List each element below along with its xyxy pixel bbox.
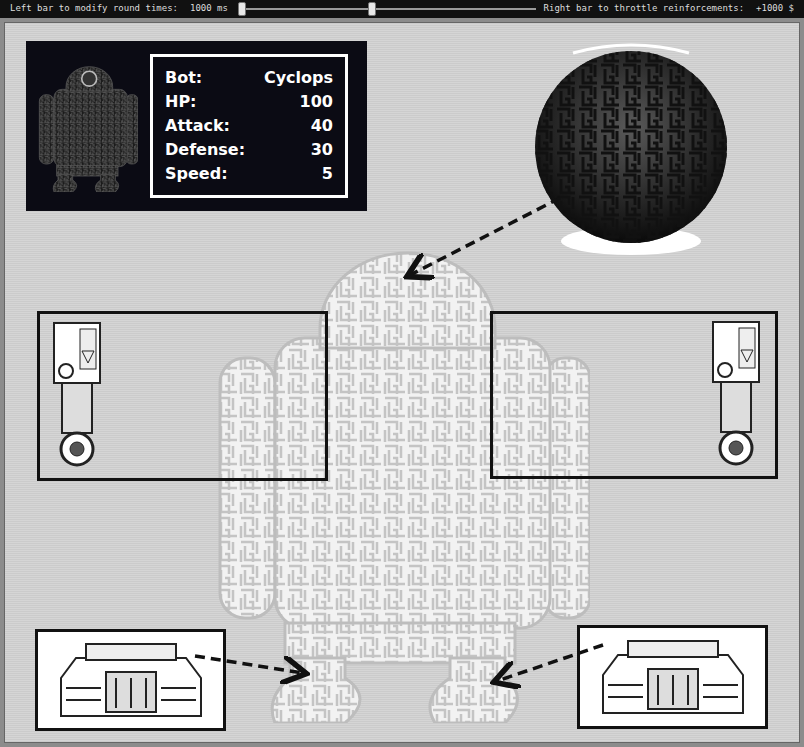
left-leg-part — [56, 638, 206, 722]
reinforce-slider[interactable] — [368, 2, 536, 16]
reinforce-value: +1000 $ — [756, 2, 794, 16]
part-slot[interactable] — [577, 625, 768, 729]
round-slider[interactable] — [238, 2, 368, 16]
stat-row: HP: 100 — [165, 91, 333, 113]
slider-track — [238, 8, 368, 10]
stat-label: HP: — [165, 91, 197, 113]
slider-track — [368, 8, 536, 10]
stat-value: Cyclops — [264, 67, 333, 89]
round-value: 1000 ms — [190, 2, 228, 16]
reinforce-label: Right bar to throttle reinforcements: — [544, 2, 744, 16]
stat-row: Defense: 30 — [165, 139, 333, 161]
stat-label: Speed: — [165, 163, 228, 185]
part-slot[interactable] — [35, 629, 226, 731]
stat-row: Bot: Cyclops — [165, 67, 333, 89]
right-arm-part — [711, 320, 761, 470]
right-leg-part — [598, 635, 748, 719]
part-slot[interactable] — [490, 311, 778, 479]
stat-row: Attack: 40 — [165, 115, 333, 137]
arrow-icon — [410, 198, 560, 275]
left-arm-part — [52, 321, 102, 471]
slider-thumb[interactable] — [368, 2, 376, 16]
game-screen: Left bar to modify round times: 1000 ms Ri… — [0, 0, 804, 747]
stats-box: Bot:CyclopsHP:100Attack:40Defense:30Spee… — [150, 54, 348, 198]
part-slot[interactable] — [37, 311, 328, 481]
maze-sphere — [533, 41, 730, 259]
stat-label: Defense: — [165, 139, 245, 161]
stat-row: Speed: 5 — [165, 163, 333, 185]
bot-icon — [38, 60, 138, 192]
robot-figure — [215, 228, 590, 723]
stat-value: 100 — [300, 91, 333, 113]
stat-value: 30 — [311, 139, 333, 161]
bot-card: Bot:CyclopsHP:100Attack:40Defense:30Spee… — [26, 41, 367, 211]
stat-value: 40 — [311, 115, 333, 137]
round-label: Left bar to modify round times: — [10, 2, 178, 16]
stat-label: Bot: — [165, 67, 202, 89]
arrows — [5, 23, 799, 743]
arrow-icon — [195, 656, 303, 673]
game-canvas: Bot:CyclopsHP:100Attack:40Defense:30Spee… — [4, 22, 800, 743]
stat-value: 5 — [322, 163, 333, 185]
stat-label: Attack: — [165, 115, 230, 137]
slider-thumb[interactable] — [238, 2, 246, 16]
top-bar: Left bar to modify round times: 1000 ms Ri… — [0, 0, 804, 18]
arrow-icon — [497, 645, 603, 681]
